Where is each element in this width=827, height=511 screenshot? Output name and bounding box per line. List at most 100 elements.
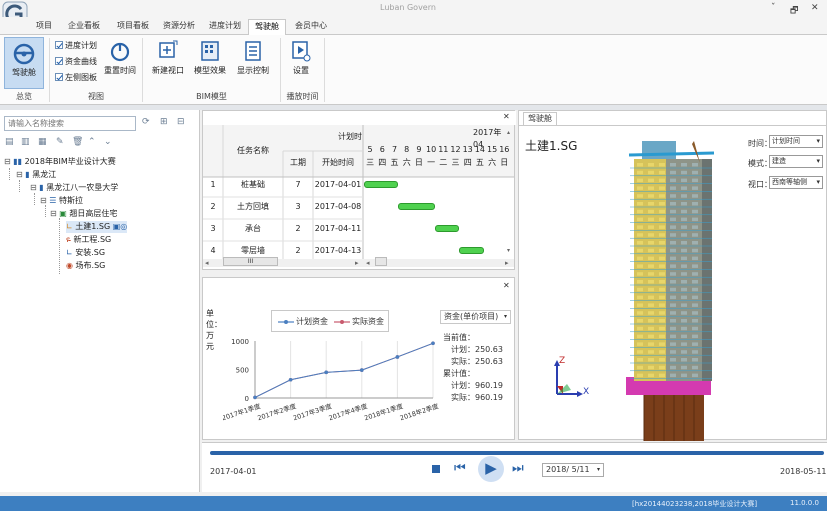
tab-member-center[interactable]: 会员中心 — [290, 19, 332, 35]
building-window — [670, 186, 676, 190]
building-window — [681, 365, 687, 370]
new-view-button[interactable]: 新建视口 — [151, 39, 185, 76]
cockpit-button[interactable]: 驾驶舱 — [4, 37, 44, 89]
reset-time-button[interactable]: 重置时间 — [103, 39, 137, 76]
building-window — [648, 264, 654, 268]
mode-select[interactable]: 建造 ▾ — [769, 155, 823, 168]
gantt-scroll-right[interactable]: ▸ — [355, 259, 359, 267]
edit-icon[interactable]: ✎ — [56, 137, 64, 147]
tree-item-new-project[interactable]: ዬ 新工程.SG — [66, 234, 111, 246]
gantt-col-duration[interactable]: 工期 — [283, 157, 313, 169]
model-effect-button[interactable]: 模型效果 — [193, 39, 227, 76]
gantt-col-task[interactable]: 任务名称 — [225, 145, 281, 157]
import-icon[interactable]: ▥ — [21, 137, 30, 147]
gantt-scroll-thumb-2[interactable] — [375, 257, 387, 266]
building-window — [659, 264, 665, 268]
gantt-bar[interactable] — [364, 181, 399, 188]
open-icon[interactable]: ▤ — [5, 137, 14, 147]
close-icon[interactable]: ✕ — [811, 3, 819, 13]
gantt-row-no: 1 — [210, 180, 216, 189]
building-window — [648, 202, 654, 206]
timeline-progress[interactable] — [210, 451, 824, 455]
tree-item-university[interactable]: ⊟ ▮ 黑龙江八一农垦大学 — [30, 182, 118, 194]
tree-item-site-layout[interactable]: ◉ 场布.SG — [66, 260, 105, 272]
stop-button[interactable] — [432, 465, 440, 473]
minimize-icon[interactable]: ˇ — [771, 3, 776, 13]
tree-item-heilongjiang[interactable]: ⊟ ▮ 黑龙江 — [16, 169, 56, 181]
tab-resource-analysis[interactable]: 资源分析 — [158, 19, 200, 35]
tree-item-highrise[interactable]: ⊟ ▣ 翘日高层住宅 — [50, 208, 117, 220]
search-input[interactable] — [4, 116, 136, 131]
building-window — [659, 209, 665, 214]
current-date-select[interactable]: 2018/ 5/11 ▾ — [542, 463, 604, 477]
gantt-day: 9 — [416, 145, 422, 154]
tree-item-contest[interactable]: ⊟ ▮▮ 2018年BIM毕业设计大赛 — [4, 156, 116, 168]
building-model[interactable] — [614, 141, 729, 441]
left-panel-checkbox[interactable]: 左侧图板 — [55, 72, 97, 83]
display-control-button[interactable]: 显示控制 — [236, 39, 270, 76]
viewer-tab[interactable]: 驾驶舱 — [523, 112, 557, 125]
schedule-checkbox[interactable]: 进度计划 — [55, 40, 97, 51]
tree-item-civil[interactable]: ∟ 土建1.SG ▣◎ — [66, 221, 128, 233]
building-window — [659, 225, 665, 229]
building-window — [681, 178, 687, 183]
refresh-icon[interactable]: ⟳ — [142, 117, 150, 127]
chart-close-icon[interactable]: ✕ — [503, 281, 510, 290]
delete-icon[interactable]: 🗑 — [72, 137, 83, 147]
viewport-select[interactable]: 西南等轴侧 ▾ — [769, 176, 823, 189]
gantt-scroll-up[interactable]: ▴ — [507, 129, 510, 136]
gantt-bar[interactable] — [398, 203, 435, 210]
rewind-button[interactable]: ⏮ — [454, 461, 466, 476]
gantt-row-duration: 7 — [295, 180, 301, 189]
fund-type-select[interactable]: 资金(单价项目) ▾ — [440, 310, 511, 324]
tab-enterprise-board[interactable]: 企业看板 — [63, 19, 105, 35]
fund-curve-checkbox[interactable]: 资金曲线 — [55, 56, 97, 67]
model-title: 土建1.SG — [525, 139, 578, 153]
gantt-scroll-thumb[interactable]: III — [223, 257, 278, 266]
collapse-all-icon[interactable]: ⊟ — [177, 117, 185, 127]
building-window — [659, 248, 665, 253]
move-down-icon[interactable]: ⌄ — [104, 137, 112, 147]
building-window — [692, 202, 698, 206]
building-window — [637, 163, 643, 167]
gantt-scroll-right-2[interactable]: ▸ — [505, 259, 509, 267]
tab-project[interactable]: 项目 — [31, 19, 57, 35]
gantt-scroll-down[interactable]: ▾ — [507, 247, 510, 254]
expand-all-icon[interactable]: ⊞ — [160, 117, 168, 127]
building-window — [692, 280, 698, 284]
forward-button[interactable]: ⏭ — [512, 461, 524, 476]
gantt-scroll-left[interactable]: ◂ — [205, 259, 209, 267]
play-button[interactable]: ▶ — [478, 456, 504, 482]
building-window — [659, 233, 665, 237]
group-view-label: 视图 — [88, 92, 104, 101]
building-window — [648, 256, 654, 261]
tree-item-install[interactable]: ∟ 安装.SG — [66, 247, 105, 259]
gantt-col-start[interactable]: 开始时间 — [313, 157, 363, 169]
chart-point — [431, 341, 435, 346]
building-window — [681, 272, 687, 276]
time-select[interactable]: 计划时间 ▾ — [769, 135, 823, 148]
gantt-close-icon[interactable]: ✕ — [503, 112, 510, 121]
tree-item-tesla[interactable]: ⊟ ☰ 特斯拉 — [40, 195, 83, 207]
building-window — [637, 350, 643, 354]
building-window — [692, 373, 698, 378]
building-window — [648, 365, 654, 370]
tab-schedule[interactable]: 进度计划 — [204, 19, 246, 35]
gantt-row-task: 桩基础 — [241, 180, 265, 189]
move-up-icon[interactable]: ⌃ — [88, 137, 96, 147]
gantt-scroll-left-2[interactable]: ◂ — [366, 259, 370, 267]
timeline-end: 2018-05-11 — [780, 467, 827, 476]
tab-project-board[interactable]: 项目看板 — [112, 19, 154, 35]
gantt-bar[interactable] — [459, 247, 484, 254]
building-window — [692, 163, 698, 167]
gantt-bar[interactable] — [434, 225, 460, 232]
cumulative-title: 累计值： — [443, 369, 475, 378]
settings-button[interactable]: 设置 — [287, 39, 315, 76]
current-actual: 实际：250.63 — [451, 357, 503, 366]
tab-cockpit[interactable]: 驾驶舱 — [248, 19, 286, 36]
building-window — [648, 233, 654, 237]
export-icon[interactable]: ▦ — [38, 137, 47, 147]
building-window — [648, 373, 654, 378]
gantt-day: 7 — [391, 145, 398, 154]
building-window — [659, 350, 665, 354]
